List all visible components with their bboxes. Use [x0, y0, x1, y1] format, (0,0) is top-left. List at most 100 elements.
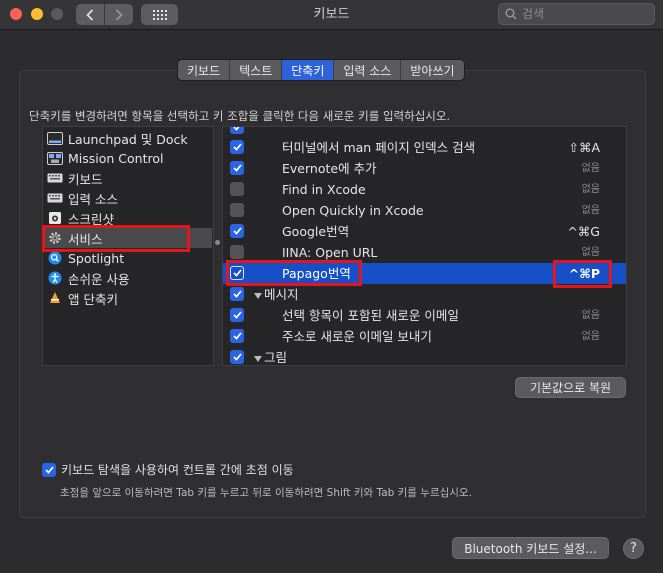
- table-row[interactable]: Google번역 ^⌘G: [223, 221, 626, 242]
- restore-defaults-button[interactable]: 기본값으로 복원: [515, 377, 626, 398]
- table-row[interactable]: 선택 항목이 포함된 새로운 이메일 없음: [223, 305, 626, 326]
- shortcut-key[interactable]: ⇧⌘A: [568, 137, 600, 158]
- tab-text[interactable]: 텍스트: [229, 60, 281, 80]
- group-disclosure[interactable]: 그림: [254, 347, 288, 365]
- gear-icon: [47, 231, 63, 245]
- shortcut-checkbox[interactable]: [230, 350, 244, 364]
- shortcut-checkbox[interactable]: [230, 203, 244, 217]
- chevron-right-icon: [115, 8, 123, 21]
- split-view-divider[interactable]: [214, 126, 222, 366]
- group-label: 그림: [264, 350, 288, 365]
- group-label: 메시지: [264, 287, 299, 302]
- category-label: Mission Control: [68, 150, 164, 166]
- shortcut-checkbox[interactable]: [230, 127, 244, 134]
- shortcut-checkbox[interactable]: [230, 224, 244, 238]
- checkmark-icon: [232, 353, 242, 361]
- shortcut-checkbox[interactable]: [230, 329, 244, 343]
- shortcut-key[interactable]: 없음: [582, 305, 600, 326]
- chevron-left-icon: [86, 8, 94, 21]
- table-row[interactable]: IINA: Open URL 없음: [223, 242, 626, 263]
- shortcut-label: Evernote에 추가: [282, 161, 377, 176]
- table-row[interactable]: 주소로 새로운 이메일 보내기 없음: [223, 326, 626, 347]
- search-field[interactable]: [498, 3, 655, 25]
- shortcut-checkbox[interactable]: [230, 140, 244, 154]
- category-screenshots[interactable]: 스크린샷: [47, 208, 114, 228]
- keyboard-nav-label: 키보드 탐색을 사용하여 컨트롤 간에 초점 이동: [61, 463, 294, 477]
- nav-buttons: [76, 4, 133, 25]
- checkmark-icon: [232, 227, 242, 235]
- keyboard-nav-description: 초점을 앞으로 이동하려면 Tab 키를 누르고 뒤로 이동하려면 Shift …: [60, 487, 472, 499]
- checkmark-icon: [232, 269, 242, 277]
- category-list: Launchpad 및 Dock Mission Control 키보드 입력 …: [42, 126, 214, 366]
- shortcut-key[interactable]: 없음: [582, 158, 600, 179]
- table-row-selected[interactable]: Papago번역 ^⌘P: [223, 263, 626, 284]
- category-accessibility[interactable]: 손쉬운 사용: [47, 268, 129, 288]
- forward-button[interactable]: [104, 4, 132, 25]
- shortcut-key[interactable]: ^⌘G: [567, 221, 600, 242]
- spotlight-icon: [47, 251, 63, 265]
- shortcut-checkbox[interactable]: [230, 161, 244, 175]
- category-keyboard[interactable]: 키보드: [47, 168, 103, 188]
- shortcut-key[interactable]: 없음: [582, 200, 600, 221]
- back-button[interactable]: [76, 4, 104, 25]
- instruction-text: 단축키를 변경하려면 항목을 선택하고 키 조합을 클릭한 다음 새로운 키를 …: [29, 109, 451, 123]
- shortcut-label: Google번역: [282, 224, 350, 239]
- category-label: Spotlight: [68, 250, 125, 266]
- shortcut-checkbox[interactable]: [230, 266, 244, 280]
- table-row-group[interactable]: 그림: [223, 347, 626, 365]
- checkmark-icon: [232, 164, 242, 172]
- category-spotlight[interactable]: Spotlight: [47, 248, 124, 268]
- category-label: 손쉬운 사용: [68, 271, 130, 287]
- keyboard-icon: [47, 171, 63, 185]
- checkmark-icon: [44, 465, 54, 474]
- tab-shortcuts[interactable]: 단축키: [281, 60, 334, 80]
- tab-keyboard[interactable]: 키보드: [178, 60, 229, 80]
- tab-input-sources[interactable]: 입력 소스: [333, 60, 400, 80]
- close-window-button[interactable]: [10, 8, 22, 20]
- shortcut-label: 주소로 새로운 이메일 보내기: [282, 329, 432, 344]
- group-disclosure[interactable]: 메시지: [254, 284, 299, 305]
- category-app-shortcuts[interactable]: 앱 단축키: [47, 288, 118, 308]
- category-label: 앱 단축키: [68, 291, 118, 307]
- category-label: 키보드: [68, 171, 103, 187]
- disclosure-triangle-icon: [254, 355, 262, 362]
- app-shortcuts-icon: [47, 291, 63, 305]
- table-row[interactable]: Evernote에 추가 없음: [223, 158, 626, 179]
- search-input[interactable]: [522, 7, 642, 21]
- shortcut-checkbox[interactable]: [230, 245, 244, 259]
- shortcut-list: 터미널에서 man 페이지 인덱스 검색 ⇧⌘A Evernote에 추가 없음…: [222, 126, 627, 366]
- checkmark-icon: [232, 143, 242, 151]
- zoom-window-button[interactable]: [51, 8, 63, 20]
- checkmark-icon: [232, 332, 242, 340]
- table-row[interactable]: Open Quickly in Xcode 없음: [223, 200, 626, 221]
- divider-handle-icon: [215, 240, 220, 245]
- shortcut-checkbox[interactable]: [230, 308, 244, 322]
- mission-control-icon: [47, 151, 63, 165]
- minimize-window-button[interactable]: [31, 8, 43, 20]
- launchpad-icon: [47, 131, 63, 145]
- table-row-group[interactable]: 메시지: [223, 284, 626, 305]
- screenshot-icon: [47, 211, 63, 225]
- category-launchpad-dock[interactable]: Launchpad 및 Dock: [47, 128, 188, 148]
- category-label: Launchpad 및 Dock: [68, 131, 188, 147]
- shortcut-key[interactable]: ^⌘P: [569, 263, 600, 284]
- shortcut-key[interactable]: 없음: [582, 179, 600, 200]
- category-input-sources[interactable]: 입력 소스: [47, 188, 118, 208]
- shortcut-key[interactable]: 없음: [582, 242, 600, 263]
- category-services[interactable]: 서비스: [44, 228, 212, 248]
- tab-dictation[interactable]: 받아쓰기: [400, 60, 463, 80]
- category-mission-control[interactable]: Mission Control: [47, 148, 163, 168]
- keyboard-nav-option[interactable]: 키보드 탐색을 사용하여 컨트롤 간에 초점 이동: [42, 461, 294, 478]
- table-row[interactable]: 터미널에서 man 페이지 인덱스 검색 ⇧⌘A: [223, 137, 626, 158]
- checkmark-icon: [232, 290, 242, 298]
- show-all-button[interactable]: [141, 4, 178, 25]
- category-label: 스크린샷: [68, 211, 115, 227]
- shortcut-checkbox[interactable]: [230, 287, 244, 301]
- shortcut-key[interactable]: 없음: [582, 326, 600, 347]
- bluetooth-keyboard-setup-button[interactable]: Bluetooth 키보드 설정...: [452, 537, 609, 559]
- shortcut-checkbox[interactable]: [230, 182, 244, 196]
- table-row[interactable]: Find in Xcode 없음: [223, 179, 626, 200]
- help-button[interactable]: ?: [623, 538, 644, 559]
- keyboard-nav-checkbox[interactable]: [42, 462, 56, 477]
- checkmark-icon: [232, 127, 240, 131]
